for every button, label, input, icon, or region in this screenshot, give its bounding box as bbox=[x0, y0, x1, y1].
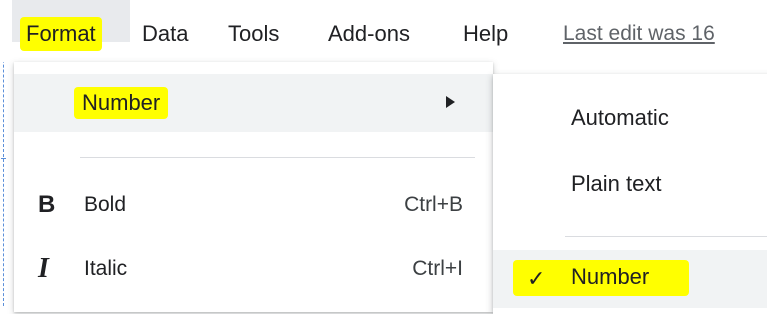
menu-format[interactable]: Format bbox=[12, 0, 130, 51]
menu-add-ons[interactable]: Add-ons bbox=[328, 20, 410, 48]
format-menu-item-italic-label: Italic bbox=[84, 257, 128, 280]
format-menu-item-bold-label: Bold bbox=[84, 193, 127, 216]
italic-icon: I bbox=[38, 253, 49, 284]
format-menu-item-bold[interactable]: B Bold Ctrl+B bbox=[14, 176, 493, 234]
format-menu-item-number-label: Number bbox=[74, 87, 169, 119]
italic-shortcut: Ctrl+I bbox=[412, 257, 463, 280]
selection-guide-tick bbox=[1, 158, 6, 159]
bold-shortcut: Ctrl+B bbox=[404, 193, 463, 216]
submenu-item-plain-text[interactable]: Plain text bbox=[493, 160, 767, 208]
menu-data[interactable]: Data bbox=[142, 20, 188, 48]
submenu-item-number[interactable]: ✓ Number bbox=[493, 250, 767, 308]
format-menu-item-number[interactable]: Number bbox=[14, 74, 493, 132]
number-submenu: Automatic Plain text ✓ Number bbox=[493, 74, 767, 314]
submenu-item-automatic[interactable]: Automatic bbox=[493, 94, 767, 142]
check-icon: ✓ bbox=[527, 266, 546, 291]
menu-help[interactable]: Help bbox=[463, 20, 508, 48]
format-menu: Number B Bold Ctrl+B I Italic Ctrl+I bbox=[14, 62, 493, 312]
format-menu-item-italic[interactable]: I Italic Ctrl+I bbox=[14, 240, 493, 298]
menu-tools[interactable]: Tools bbox=[228, 20, 279, 48]
submenu-divider bbox=[565, 236, 767, 237]
submenu-arrow-icon bbox=[446, 96, 455, 108]
last-edit-link[interactable]: Last edit was 16 bbox=[563, 20, 715, 48]
menu-bar: Format Data Tools Add-ons Help Last edit… bbox=[0, 0, 767, 62]
menu-format-label: Format bbox=[20, 17, 102, 51]
menu-divider bbox=[80, 157, 475, 158]
submenu-item-plain-text-label: Plain text bbox=[571, 171, 662, 196]
bold-icon: B bbox=[38, 191, 56, 218]
submenu-item-number-label: Number bbox=[571, 264, 650, 289]
submenu-item-automatic-label: Automatic bbox=[571, 105, 669, 130]
